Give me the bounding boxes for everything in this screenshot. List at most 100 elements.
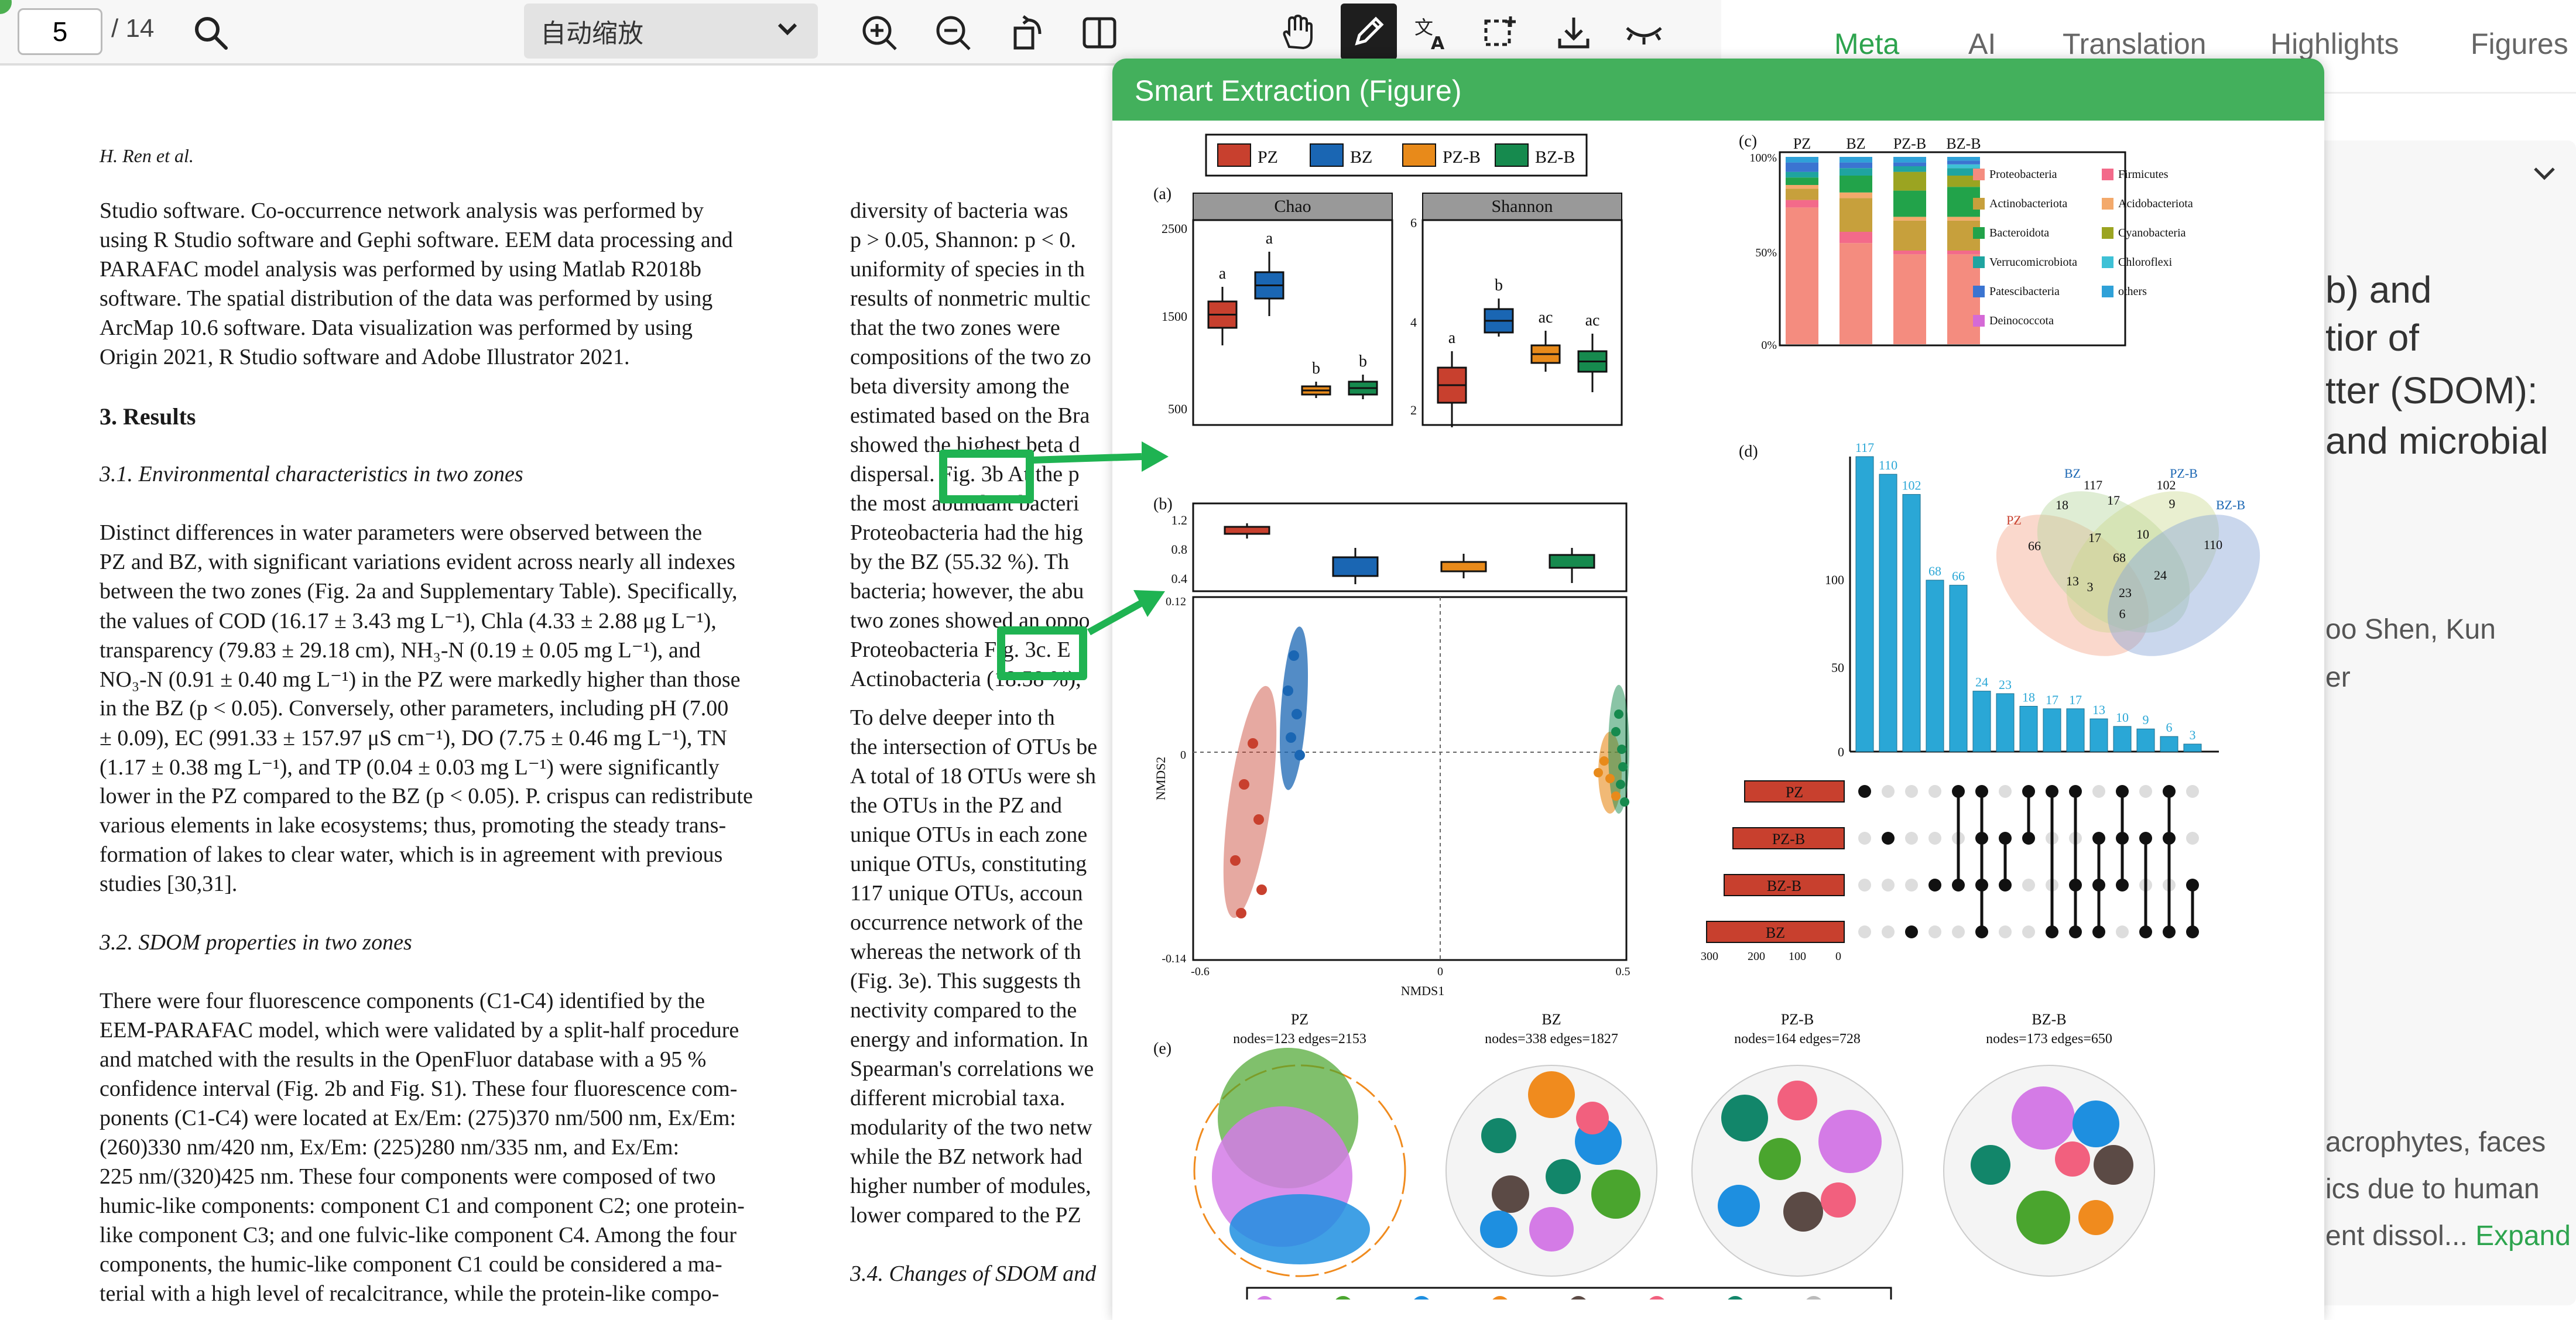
hand-icon[interactable] [1274,11,1318,55]
paper-title-line: and microbial [2325,420,2548,462]
legend-swatch [1973,286,1985,297]
stack-segment [1839,243,1872,344]
tab-meta[interactable]: Meta [1834,27,1899,61]
doc-line: (Fig. 3e). This suggests th [850,969,1081,993]
venn-value: 110 [2204,537,2222,552]
tab-figures[interactable]: Figures [2471,27,2568,61]
translate-icon[interactable]: 文A [1410,11,1454,55]
legend-label: Verrucomicrobiota [1989,256,2077,269]
paper-title-line: tior of [2325,317,2420,359]
upset-bar [2136,728,2155,752]
column-label: BZ [1846,135,1865,152]
svg-text:A: A [1431,33,1445,52]
matrix-dot [1858,879,1871,892]
chevron-down-icon[interactable] [2529,158,2560,188]
legend-label: BZ-B [1535,148,1575,167]
point [1617,745,1626,754]
stack-segment [1893,162,1926,166]
facet-title: Chao [1274,197,1311,216]
point [1620,797,1629,807]
stack-segment [1839,232,1872,244]
doc-line: There were four fluorescence components … [100,989,705,1013]
venn-value: 102 [2157,478,2176,492]
doc-line: ponents (C1-C4) were located at Ex/Em: (… [100,1106,737,1130]
significance-letter: b [1312,359,1320,378]
split-view-icon[interactable] [1077,11,1122,55]
matrix-dot [1999,785,2012,798]
point [1616,780,1625,789]
y-tick-label: 0 [1180,749,1186,762]
expand-link[interactable]: Expand [2475,1220,2571,1252]
y-tick-label: 0.8 [1171,542,1188,557]
stack-segment [1893,157,1926,163]
zoom-select[interactable]: 自动缩放 [524,4,818,59]
network-module [2055,1141,2090,1177]
eye-closed-icon[interactable] [1622,11,1666,55]
zoom-in-icon[interactable] [857,11,902,55]
doc-line: 3.1. Environmental characteristics in tw… [100,462,523,486]
doc-line: beta diversity among the [850,374,1070,399]
set-label: PZ-B [1772,831,1805,848]
doc-line: whereas the network of th [850,940,1081,964]
network-module [1721,1095,1768,1141]
point [1239,779,1249,790]
page-number-input[interactable] [18,8,102,55]
point [1230,855,1241,866]
doc-line: (260)330 nm/420 nm, Ex/Em: (225)280 nm/3… [100,1135,680,1160]
facet-title: Shannon [1492,197,1553,216]
matrix-dot [1928,832,1941,845]
modal-title: Smart Extraction (Figure) [1135,74,1462,107]
network-module [1971,1145,2010,1185]
doc-line: 225 nm/(320)425 nm. These four component… [100,1164,716,1189]
legend-swatch [1414,1296,1429,1300]
point [1605,774,1615,783]
matrix-dot [2022,879,2035,892]
download-icon[interactable] [1551,11,1596,55]
matrix-dot [1999,925,2012,938]
upset-bar-label: 17 [2069,692,2082,707]
y-tick-label: 100 [1825,572,1844,587]
significance-letter: b [1359,352,1367,371]
legend-swatch [1257,1296,1272,1300]
pdf-reader-app: / 14 自动缩放 文A [0,0,2576,1320]
tab-translation[interactable]: Translation [2063,27,2206,61]
upset-bar [2019,705,2038,752]
upset-bar [2043,708,2061,752]
x-tick-label: 100 [1789,950,1806,963]
doc-line: 117 unique OTUs, accoun [850,881,1083,906]
network-module [1528,1071,1575,1118]
doc-line: 3. Results [100,403,196,430]
legend-swatch [1973,227,1985,239]
select-region-icon[interactable] [1478,11,1522,55]
point [1599,756,1609,766]
doc-line: different microbial taxa. [850,1086,1066,1110]
doc-line: occurrence network of the [850,910,1083,935]
search-icon[interactable] [189,11,233,55]
box-PZ-B [1440,561,1487,572]
network-module [1576,1102,1609,1134]
set-label: BZ [1766,924,1785,941]
stack-segment [1786,162,1818,172]
tab-ai[interactable]: AI [1968,27,1996,61]
venn-value: 6 [2119,606,2126,621]
network-module [1480,1211,1517,1248]
matrix-dot [2116,925,2129,938]
pencil-icon[interactable] [1341,4,1397,60]
venn-value: 117 [2084,478,2102,492]
venn-value: 3 [2087,580,2094,594]
zoom-value: 自动缩放 [540,19,643,48]
set-label: PZ [1786,784,1803,801]
rotate-icon[interactable] [1006,11,1050,55]
network-module [2016,1191,2070,1244]
network-module [2094,1145,2133,1185]
fig-ref-highlight-3b[interactable] [939,450,1034,503]
doc-line: compositions of the two zo [850,345,1091,369]
network-module [1546,1159,1581,1194]
stack-segment [1786,185,1818,189]
zoom-out-icon[interactable] [931,11,975,55]
legend-swatch [1973,198,1985,210]
network-module [1591,1170,1640,1219]
significance-letter: b [1495,276,1503,294]
significance-letter: a [1219,265,1227,283]
tab-highlights[interactable]: Highlights [2270,27,2399,61]
